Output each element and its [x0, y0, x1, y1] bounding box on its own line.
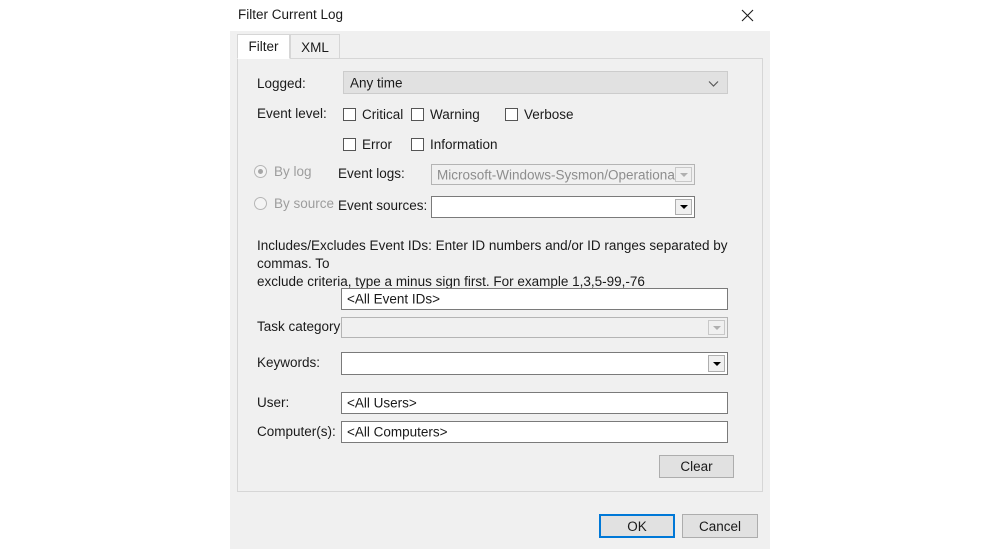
screen: Filter Current Log Filter XML Logged: An… — [0, 0, 1000, 549]
checkbox-warning-label: Warning — [430, 107, 480, 122]
task-category-combo[interactable] — [341, 317, 728, 338]
event-level-label: Event level: — [257, 106, 327, 121]
radio-by-log-box — [254, 165, 267, 178]
dialog-title: Filter Current Log — [238, 7, 344, 22]
cancel-button[interactable]: Cancel — [682, 514, 758, 538]
chevron-down-icon — [708, 75, 719, 90]
logged-combo[interactable]: Any time — [343, 71, 728, 94]
radio-by-log[interactable]: By log — [254, 164, 312, 179]
checkbox-information[interactable]: Information — [411, 137, 498, 152]
checkbox-verbose-label: Verbose — [524, 107, 574, 122]
computers-value: <All Computers> — [347, 424, 448, 440]
cancel-button-label: Cancel — [698, 518, 742, 534]
checkbox-information-box — [411, 138, 424, 151]
radio-by-source-box — [254, 197, 267, 210]
tab-xml-label: XML — [301, 39, 329, 55]
checkbox-information-label: Information — [430, 137, 498, 152]
checkbox-critical[interactable]: Critical — [343, 107, 403, 122]
checkbox-warning[interactable]: Warning — [411, 107, 480, 122]
dialog-titlebar: Filter Current Log — [230, 0, 770, 31]
event-logs-label: Event logs: — [338, 166, 405, 181]
tab-xml[interactable]: XML — [290, 34, 340, 59]
event-ids-help: Includes/Excludes Event IDs: Enter ID nu… — [257, 237, 747, 291]
event-ids-help-line1: Includes/Excludes Event IDs: Enter ID nu… — [257, 238, 728, 271]
checkbox-warning-box — [411, 108, 424, 121]
radio-by-log-label: By log — [274, 164, 312, 179]
ok-button[interactable]: OK — [599, 514, 675, 538]
checkbox-critical-label: Critical — [362, 107, 404, 122]
event-ids-value: <All Event IDs> — [347, 291, 441, 307]
logged-label: Logged: — [257, 76, 306, 91]
logged-value: Any time — [350, 75, 403, 90]
close-icon[interactable] — [725, 0, 770, 30]
tabstrip: Filter XML — [237, 34, 763, 59]
event-logs-value: Microsoft-Windows-Sysmon/Operational — [437, 167, 678, 182]
clear-button-label: Clear — [680, 459, 713, 474]
checkbox-error-label: Error — [362, 137, 392, 152]
checkbox-verbose-box — [505, 108, 518, 121]
radio-by-source[interactable]: By source — [254, 196, 334, 211]
filter-tab-panel: Logged: Any time Event level: Critical W… — [237, 58, 763, 492]
keywords-dropdown-icon[interactable] — [708, 355, 725, 372]
computers-label: Computer(s): — [257, 424, 336, 439]
ok-button-label: OK — [627, 518, 647, 534]
event-sources-label: Event sources: — [338, 198, 428, 213]
computers-input[interactable]: <All Computers> — [341, 421, 728, 443]
checkbox-verbose[interactable]: Verbose — [505, 107, 574, 122]
keywords-label: Keywords: — [257, 355, 321, 370]
user-label: User: — [257, 395, 290, 410]
event-sources-combo[interactable] — [431, 196, 695, 218]
tab-filter-label: Filter — [248, 39, 279, 54]
keywords-combo[interactable] — [341, 352, 728, 375]
checkbox-critical-box — [343, 108, 356, 121]
event-sources-dropdown-icon[interactable] — [675, 199, 692, 215]
filter-current-log-dialog: Filter Current Log Filter XML Logged: An… — [230, 0, 770, 549]
checkbox-error-box — [343, 138, 356, 151]
user-value: <All Users> — [347, 395, 417, 411]
user-input[interactable]: <All Users> — [341, 392, 728, 414]
tab-filter[interactable]: Filter — [237, 34, 290, 59]
checkbox-error[interactable]: Error — [343, 137, 392, 152]
event-logs-dropdown-icon[interactable] — [675, 167, 692, 182]
event-logs-combo[interactable]: Microsoft-Windows-Sysmon/Operational — [431, 164, 695, 185]
radio-by-source-label: By source — [274, 196, 335, 211]
task-category-dropdown-icon[interactable] — [708, 320, 725, 335]
clear-button[interactable]: Clear — [659, 455, 734, 478]
event-ids-input[interactable]: <All Event IDs> — [341, 288, 728, 310]
task-category-label: Task category: — [257, 319, 345, 334]
